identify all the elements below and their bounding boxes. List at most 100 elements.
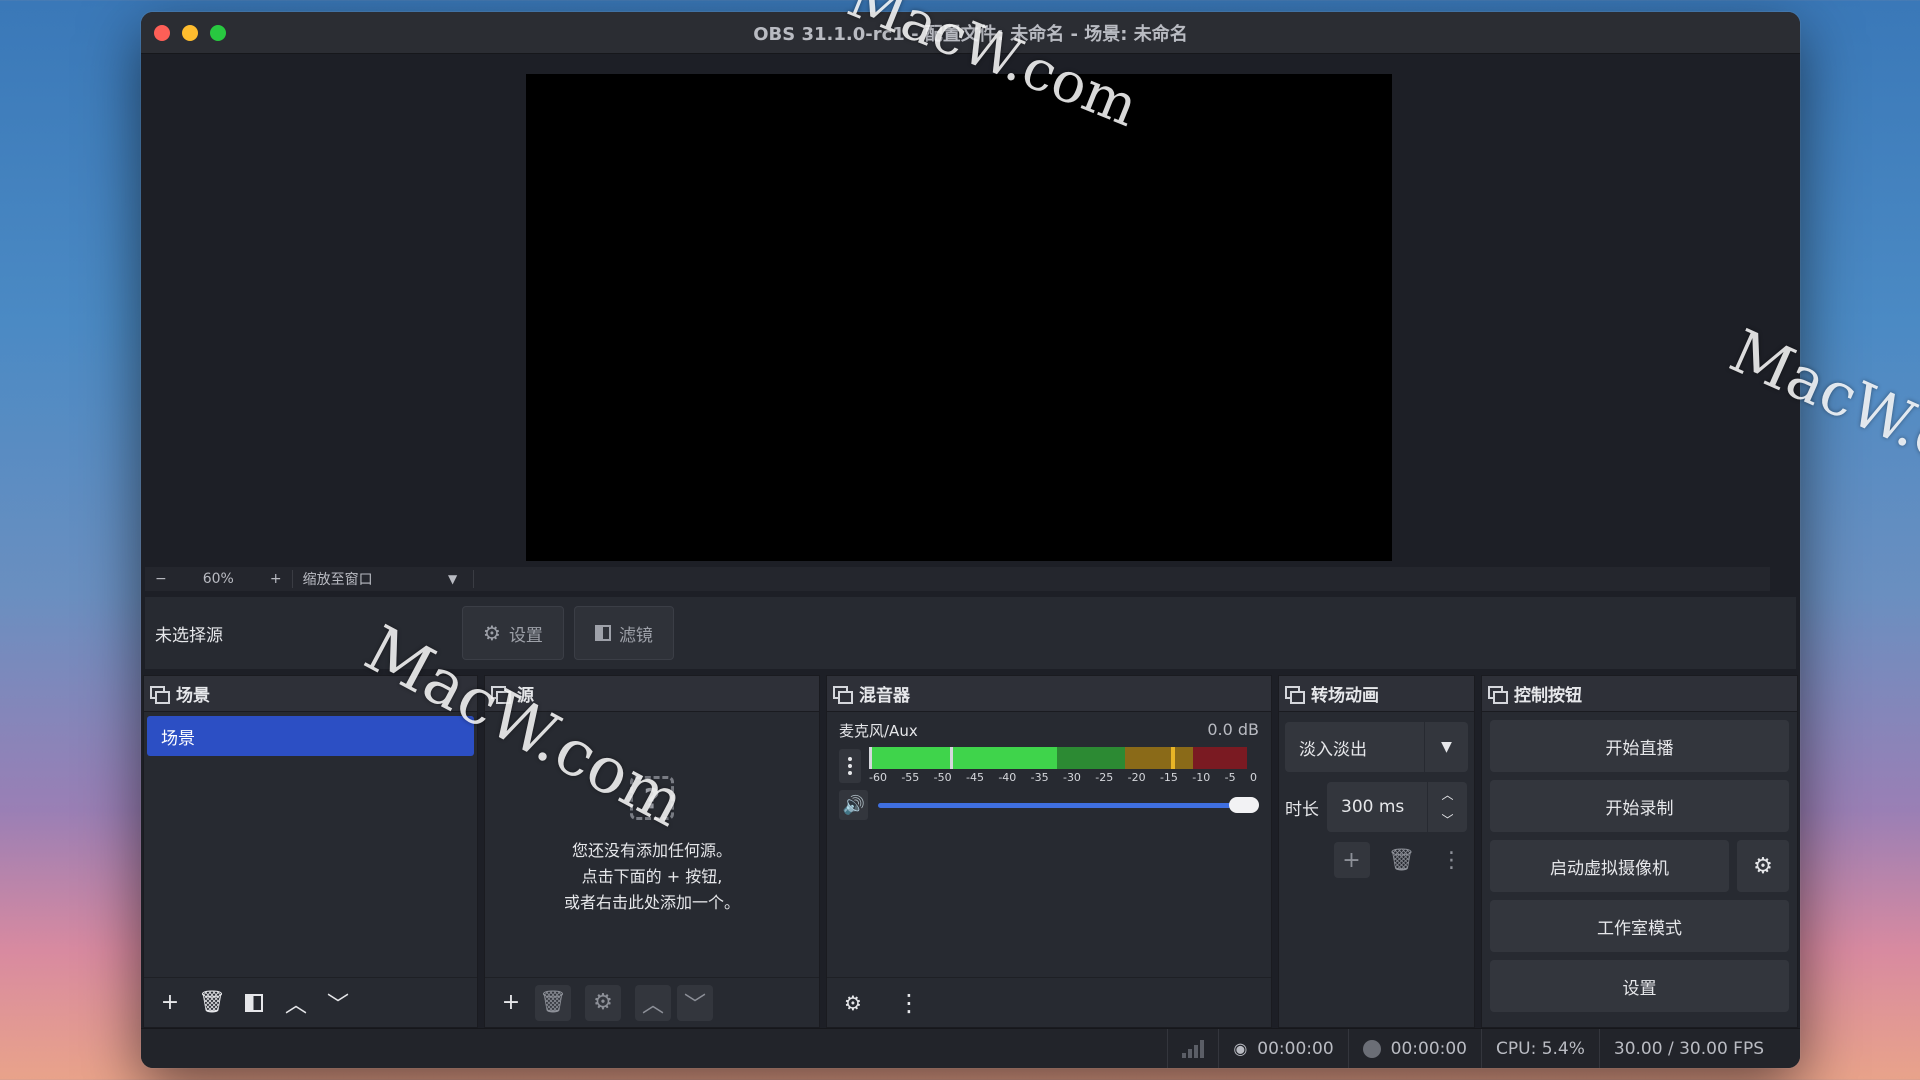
dock-float-icon[interactable] (150, 685, 170, 704)
zoom-out-button[interactable]: − (145, 571, 177, 587)
controls-dock-title: 控制按钮 (1514, 686, 1582, 706)
preview-canvas[interactable] (526, 74, 1392, 561)
dock-float-icon[interactable] (833, 685, 853, 704)
dock-float-icon[interactable] (1285, 685, 1305, 704)
channel-name: 麦克风/Aux (839, 722, 918, 740)
chevron-up-icon: ︿ (641, 992, 664, 1018)
scene-filters-button[interactable] (236, 985, 272, 1021)
source-properties-button[interactable]: ⚙ (585, 984, 621, 1021)
settings-button[interactable]: 设置 (1490, 960, 1789, 1012)
remove-source-button[interactable]: 🗑 (535, 984, 571, 1021)
move-source-up-button[interactable]: ︿ (635, 984, 671, 1021)
remove-transition-button[interactable]: 🗑 (1384, 842, 1420, 878)
meter-tick-label: -50 (933, 771, 952, 784)
scenes-dock: 场景 场景 + 🗑 ︿ ﹀ (143, 675, 478, 1028)
source-settings-button[interactable]: ⚙ 设置 (462, 606, 564, 660)
start-stream-button[interactable]: 开始直播 (1490, 720, 1789, 772)
record-icon (1362, 1039, 1381, 1058)
duration-value[interactable]: 300 ms (1327, 797, 1427, 817)
divider (472, 570, 474, 588)
mixer-menu-button[interactable]: ⋮ (891, 985, 927, 1021)
transition-menu-button[interactable]: ⋮ (1434, 842, 1470, 878)
zoom-bar: − 60% + 缩放至窗口 ▼ (145, 567, 1770, 591)
dock-float-icon[interactable] (1488, 685, 1508, 704)
volume-meter-bars (869, 747, 1257, 769)
remove-scene-button[interactable]: 🗑 (194, 985, 230, 1021)
transition-select[interactable]: 淡入淡出 ▼ (1285, 722, 1468, 772)
scenes-dock-title: 场景 (176, 686, 210, 706)
meter-tick-label: -45 (965, 771, 984, 784)
start-record-button[interactable]: 开始录制 (1490, 780, 1789, 832)
mixer-dock-header[interactable]: 混音器 (827, 676, 1271, 712)
sources-empty-state[interactable]: ? 您还没有添加任何源。 点击下面的 + 按钮, 或者右击此处添加一个。 (485, 776, 819, 916)
dock-float-icon[interactable] (491, 685, 511, 704)
sources-dock-title: 源 (517, 686, 534, 706)
meter-ticks: -60 -55 -50 -45 -40 -35 -30 -25 -20 -15 -10 -5 0 (869, 771, 1257, 784)
add-transition-button[interactable]: + (1333, 842, 1370, 878)
trash-icon: 🗑 (1387, 847, 1416, 873)
zoom-fit-select[interactable]: 缩放至窗口 (293, 569, 433, 589)
advanced-audio-button[interactable]: ⚙ (835, 985, 871, 1021)
status-bar: ◉ 00:00:00 00:00:00 CPU: 5.4% 30.00 / 30… (141, 1028, 1800, 1068)
minimize-window-button[interactable] (182, 25, 198, 41)
add-scene-button[interactable]: + (152, 985, 188, 1021)
empty-hint-line: 您还没有添加任何源。 (571, 841, 732, 860)
virtual-cam-settings-button[interactable]: ⚙ (1737, 840, 1789, 892)
chevron-down-icon[interactable]: ﹀ (1441, 811, 1453, 828)
mixer-dock-title: 混音器 (859, 686, 910, 706)
mute-button[interactable]: 🔊 (839, 790, 869, 820)
scene-item-label: 场景 (161, 728, 195, 749)
kebab-icon: ⋮ (897, 988, 921, 1017)
source-toolbar: 未选择源 ⚙ 设置 滤镜 (145, 597, 1796, 669)
channel-menu-button[interactable] (839, 748, 861, 783)
start-virtual-cam-button[interactable]: 启动虚拟摄像机 (1490, 840, 1729, 892)
move-source-down-button[interactable]: ﹀ (677, 984, 713, 1021)
transitions-dock-title: 转场动画 (1311, 686, 1379, 706)
volume-slider-track (878, 803, 1249, 808)
channel-db: 0.0 dB (1207, 720, 1259, 739)
scene-item[interactable]: 场景 (147, 716, 474, 756)
stream-status: ◉ 00:00:00 (1218, 1029, 1347, 1068)
kebab-icon (848, 756, 852, 761)
move-scene-down-button[interactable]: ﹀ (320, 985, 356, 1021)
gear-icon: ⚙ (483, 621, 501, 645)
volume-slider-thumb[interactable] (1229, 797, 1259, 813)
plus-icon: + (501, 990, 521, 1015)
close-window-button[interactable] (154, 25, 170, 41)
network-status (1167, 1029, 1218, 1068)
obs-window: OBS 31.1.0-rc1 - 配置文件: 未命名 - 场景: 未命名 − 6… (141, 12, 1800, 1068)
move-scene-up-button[interactable]: ︿ (278, 985, 314, 1021)
gears-icon: ⚙ (844, 990, 862, 1015)
meter-tick-label: -35 (1030, 771, 1049, 784)
mixer-channel: 麦克风/Aux 0.0 dB -60 -55 -50 -45 -40 -35 -… (827, 712, 1271, 820)
volume-slider[interactable] (878, 793, 1259, 817)
transition-tools: + 🗑 ⋮ (1279, 842, 1474, 878)
controls-dock-header[interactable]: 控制按钮 (1482, 676, 1797, 712)
chevron-up-icon: ︿ (284, 992, 307, 1018)
scenes-dock-header[interactable]: 场景 (144, 676, 477, 712)
zoom-in-button[interactable]: + (260, 571, 292, 587)
fps-readout: 30.00 / 30.00 FPS (1598, 1029, 1800, 1068)
transitions-dock-header[interactable]: 转场动画 (1279, 676, 1474, 712)
source-filters-button[interactable]: 滤镜 (573, 606, 674, 660)
chevron-up-icon[interactable]: ︿ (1441, 786, 1453, 803)
meter-tick-label: -25 (1095, 771, 1114, 784)
sources-dock-header[interactable]: 源 (485, 676, 819, 712)
no-source-label: 未选择源 (155, 625, 223, 646)
duration-stepper[interactable]: 300 ms ︿ ﹀ (1327, 782, 1467, 832)
studio-mode-button[interactable]: 工作室模式 (1490, 900, 1789, 952)
plus-icon: + (1342, 847, 1361, 873)
preview-area[interactable] (145, 60, 1770, 565)
signal-icon (1182, 1039, 1205, 1058)
zoom-dropdown-icon[interactable]: ▼ (433, 572, 473, 586)
mixer-toolbar: ⚙ ⋮ (827, 977, 1271, 1027)
meter-tick-label: -5 (1224, 771, 1236, 784)
chevron-down-icon[interactable]: ▼ (1424, 722, 1468, 772)
trash-icon: 🗑 (198, 990, 226, 1015)
maximize-window-button[interactable] (210, 25, 226, 41)
scenes-toolbar: + 🗑 ︿ ﹀ (144, 977, 477, 1027)
controls-dock: 控制按钮 开始直播 开始录制 启动虚拟摄像机 ⚙ 工作室模式 设置 (1481, 675, 1798, 1028)
plus-icon: + (160, 990, 180, 1015)
add-source-button[interactable]: + (493, 985, 529, 1021)
meter-tick-label: -55 (901, 771, 920, 784)
